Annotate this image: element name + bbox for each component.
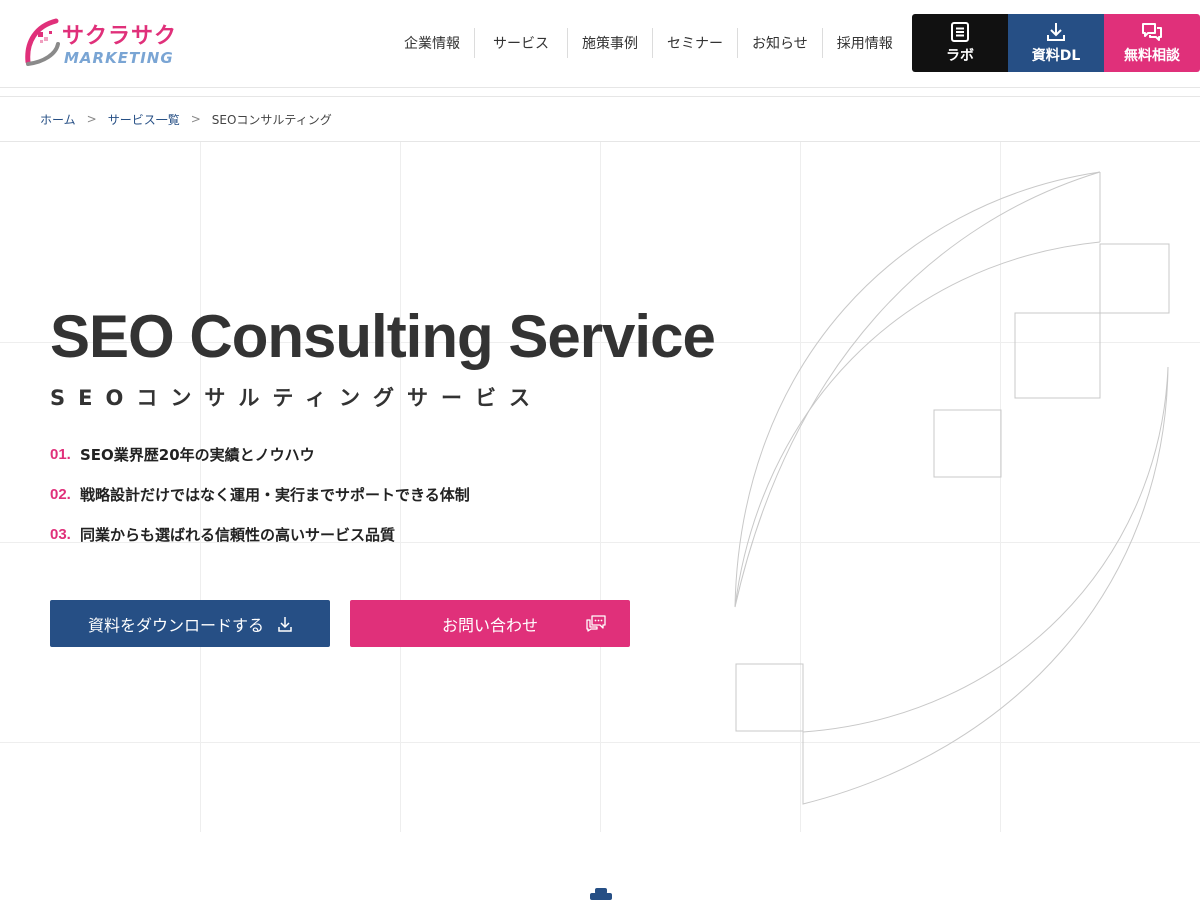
- header-cta-group: ラボ 資料DL 無料相談: [912, 14, 1200, 72]
- free-consultation-button[interactable]: 無料相談: [1104, 14, 1200, 72]
- nav-item-cases[interactable]: 施策事例: [567, 28, 652, 58]
- logo-mark-icon: [25, 18, 60, 66]
- chat-bubbles-icon: [1142, 23, 1162, 41]
- brand-name-top: サクラサク: [62, 24, 178, 49]
- feature-point-text: SEO業界歴20年の実績とノウハウ: [80, 445, 315, 464]
- chat-bubbles-icon: [586, 615, 606, 632]
- feature-point-text: 同業からも選ばれる信頼性の高いサービス品質: [80, 525, 396, 544]
- site-header: サクラサク MARKETING 企業情報 サービス 施策事例 セミナー お知らせ…: [0, 0, 1200, 88]
- hero-subtitle: SEOコンサルティングサービス: [50, 386, 544, 410]
- hero-title: SEO Consulting Service: [50, 303, 716, 370]
- feature-points: 01. SEO業界歴20年の実績とノウハウ 02. 戦略設計だけではなく運用・実…: [50, 442, 470, 562]
- breadcrumb-home[interactable]: ホーム: [40, 111, 76, 128]
- feature-point-number: 02.: [50, 485, 71, 503]
- nav-item-news[interactable]: お知らせ: [737, 28, 822, 58]
- feature-point: 03. 同業からも選ばれる信頼性の高いサービス品質: [50, 522, 470, 546]
- download-icon: [278, 616, 292, 632]
- breadcrumb: ホーム > サービス一覧 > SEOコンサルティング: [0, 96, 1200, 142]
- site-logo[interactable]: サクラサク MARKETING: [22, 16, 192, 72]
- breadcrumb-current: SEOコンサルティング: [211, 112, 332, 127]
- free-consultation-label: 無料相談: [1124, 48, 1180, 64]
- feature-point: 01. SEO業界歴20年の実績とノウハウ: [50, 442, 470, 466]
- breadcrumb-separator: >: [190, 112, 201, 126]
- download-materials-label: 資料をダウンロードする: [87, 615, 264, 635]
- contact-button[interactable]: お問い合わせ: [350, 600, 630, 647]
- nav-item-recruit[interactable]: 採用情報: [821, 28, 907, 58]
- nav-item-seminars[interactable]: セミナー: [652, 28, 737, 58]
- document-icon: [951, 22, 969, 42]
- brand-name-bottom: MARKETING: [64, 49, 174, 67]
- main-nav: 企業情報 サービス 施策事例 セミナー お知らせ 採用情報: [390, 28, 907, 60]
- nav-item-company[interactable]: 企業情報: [390, 28, 474, 58]
- breadcrumb-separator: >: [86, 112, 97, 126]
- download-docs-button[interactable]: 資料DL: [1008, 14, 1104, 72]
- breadcrumb-services[interactable]: サービス一覧: [108, 111, 180, 128]
- download-icon: [1047, 23, 1065, 41]
- download-materials-button[interactable]: 資料をダウンロードする: [50, 600, 330, 647]
- feature-point-number: 03.: [50, 525, 71, 543]
- feature-point-text: 戦略設計だけではなく運用・実行までサポートできる体制: [80, 485, 470, 504]
- download-docs-label: 資料DL: [1031, 48, 1081, 64]
- section-marker-icon: [590, 888, 612, 900]
- labo-label: ラボ: [946, 48, 974, 64]
- contact-label: お問い合わせ: [441, 615, 538, 635]
- feature-point-number: 01.: [50, 445, 71, 463]
- labo-button[interactable]: ラボ: [912, 14, 1008, 72]
- hero-section: SEO Consulting Service SEOコンサルティングサービス 0…: [0, 142, 1200, 832]
- nav-item-services[interactable]: サービス: [474, 28, 567, 58]
- feature-point: 02. 戦略設計だけではなく運用・実行までサポートできる体制: [50, 482, 470, 506]
